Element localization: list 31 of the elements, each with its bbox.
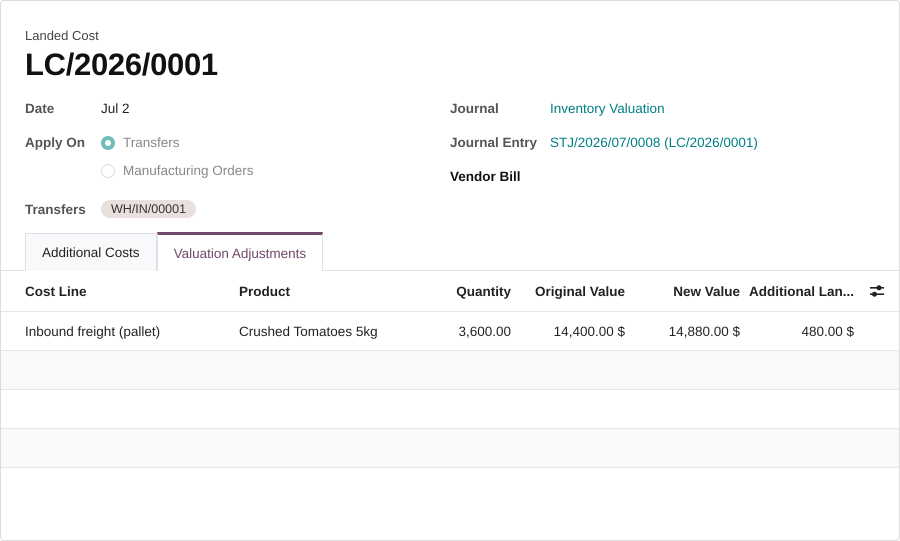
field-label: Vendor Bill [450, 169, 522, 184]
field-label: Journal [450, 101, 500, 116]
field-label: Apply On [25, 135, 86, 150]
radio-button[interactable] [101, 164, 115, 178]
tab[interactable]: Additional Costs [25, 233, 157, 271]
radio-button[interactable] [101, 136, 115, 150]
column-header[interactable]: Product [239, 284, 399, 298]
column-header[interactable]: Quantity [399, 284, 511, 298]
transfer-tag[interactable]: WH/IN/00001 [101, 200, 196, 218]
table-cell-text: 3,600.00 [457, 324, 511, 338]
field-label: Date [25, 101, 56, 116]
table-cell-text: Crushed Tomatoes 5kg [239, 324, 379, 338]
field-label: Journal Entry [450, 135, 538, 150]
settings-icon[interactable] [869, 284, 885, 298]
date-field[interactable]: Jul 2 [101, 101, 130, 116]
table-cell-text: 14,400.00 $ [552, 324, 625, 338]
record-link[interactable]: Inventory Valuation [550, 101, 665, 116]
record-title: LC/2026/0001 [25, 47, 219, 83]
table-cell-text: 14,880.00 $ [668, 324, 740, 338]
radio-label[interactable]: Transfers [123, 135, 180, 150]
tab[interactable]: Valuation Adjustments [156, 232, 324, 271]
table-cell-text: 480.00 $ [800, 324, 854, 338]
table-cell-text: Inbound freight (pallet) [25, 324, 162, 338]
column-header[interactable]: Original Value [511, 284, 625, 298]
column-header[interactable]: Additional Lan... [740, 284, 854, 298]
column-header[interactable]: Cost Line [25, 284, 239, 298]
record-link[interactable]: STJ/2026/07/0008 (LC/2026/0001) [550, 135, 758, 150]
radio-label[interactable]: Manufacturing Orders [123, 163, 254, 178]
record-type-label: Landed Cost [25, 28, 100, 43]
column-header[interactable]: New Value [625, 284, 740, 298]
field-label: Transfers [25, 202, 87, 216]
